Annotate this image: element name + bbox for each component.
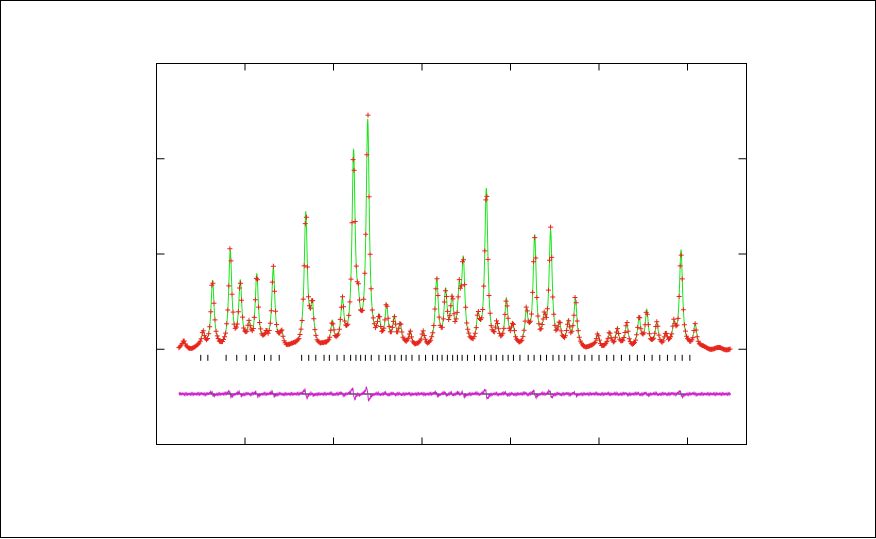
chart-frame xyxy=(0,0,876,538)
plot-area xyxy=(156,63,747,445)
rietveld-refinement-plot xyxy=(156,63,747,445)
